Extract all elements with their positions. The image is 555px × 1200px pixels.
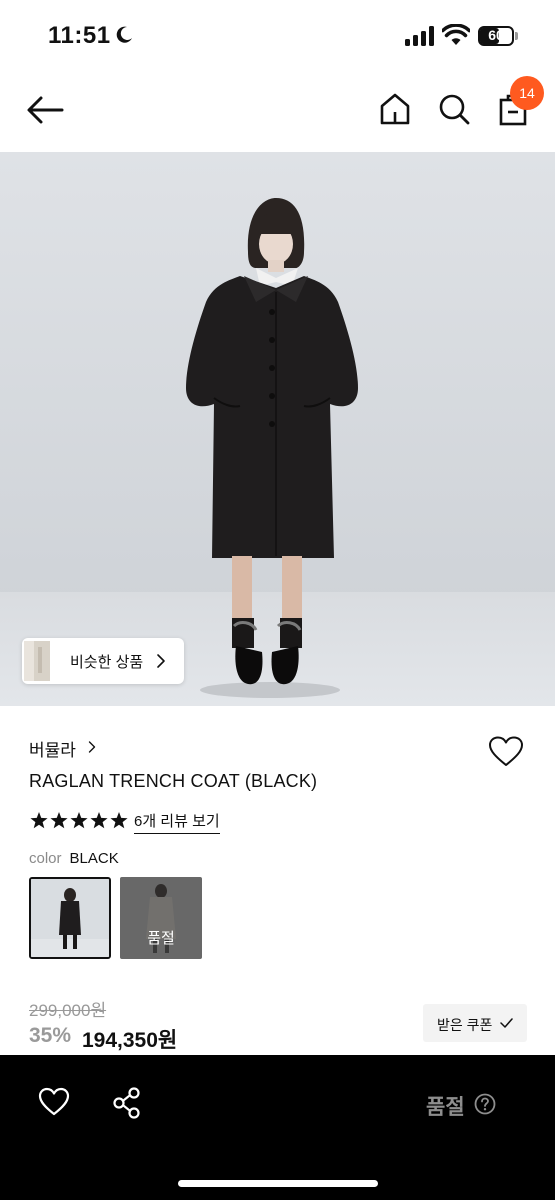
review-link[interactable]: 6개 리뷰 보기: [134, 810, 220, 834]
soldout-label: 품절: [147, 930, 175, 947]
heart-icon[interactable]: [38, 1087, 70, 1117]
star-icon: [50, 812, 68, 829]
home-icon[interactable]: [378, 92, 412, 126]
wifi-icon: [442, 24, 470, 45]
color-label: color: [29, 850, 62, 867]
star-icon: [90, 812, 108, 829]
color-swatch-black[interactable]: [29, 877, 111, 959]
product-hero-image[interactable]: [0, 152, 555, 706]
model-photo: [0, 152, 555, 706]
product-title: RAGLAN TRENCH COAT (BLACK): [29, 771, 318, 791]
chevron-right-icon: [88, 741, 96, 753]
swatch-thumbnail: [31, 879, 109, 957]
rating-stars: [30, 812, 128, 829]
discount-rate: 35%: [29, 1024, 72, 1047]
moon-icon: [116, 26, 132, 43]
coupon-button[interactable]: 받은 쿠폰: [423, 1004, 527, 1042]
color-row: color BLACK: [29, 850, 119, 867]
back-arrow-icon[interactable]: [24, 92, 66, 128]
sale-price: 194,350원: [82, 1029, 178, 1052]
soldout-status: 품절: [426, 1096, 465, 1119]
home-indicator: [178, 1180, 378, 1187]
top-navigation: [0, 70, 555, 152]
check-icon: [500, 1018, 513, 1028]
original-price: 299,000원: [29, 1001, 107, 1020]
coupon-label: 받은 쿠폰: [437, 1017, 493, 1033]
battery-level: 60: [488, 27, 504, 43]
status-bar: 11:51 60: [0, 0, 555, 70]
search-icon[interactable]: [437, 92, 471, 126]
help-icon[interactable]: [474, 1093, 496, 1115]
battery-cap: [515, 32, 518, 40]
battery-indicator: 60: [478, 26, 514, 46]
bottom-action-bar: 품절: [0, 1055, 555, 1200]
star-icon: [30, 812, 48, 829]
color-value: BLACK: [69, 850, 119, 867]
color-swatch-soldout[interactable]: 품절: [120, 877, 202, 959]
share-icon[interactable]: [112, 1087, 142, 1119]
similar-items-thumbnail: [24, 641, 50, 681]
cellular-signal-icon: [405, 26, 434, 46]
status-time: 11:51: [48, 22, 111, 49]
cart-count-badge: 14: [510, 76, 544, 110]
similar-items-button[interactable]: 비슷한 상품: [22, 638, 184, 684]
heart-icon[interactable]: [488, 736, 524, 768]
similar-items-label: 비슷한 상품: [70, 654, 144, 671]
chevron-right-icon: [157, 654, 165, 668]
star-icon: [110, 812, 128, 829]
star-icon: [70, 812, 88, 829]
brand-link[interactable]: 버뮬라: [29, 736, 76, 761]
